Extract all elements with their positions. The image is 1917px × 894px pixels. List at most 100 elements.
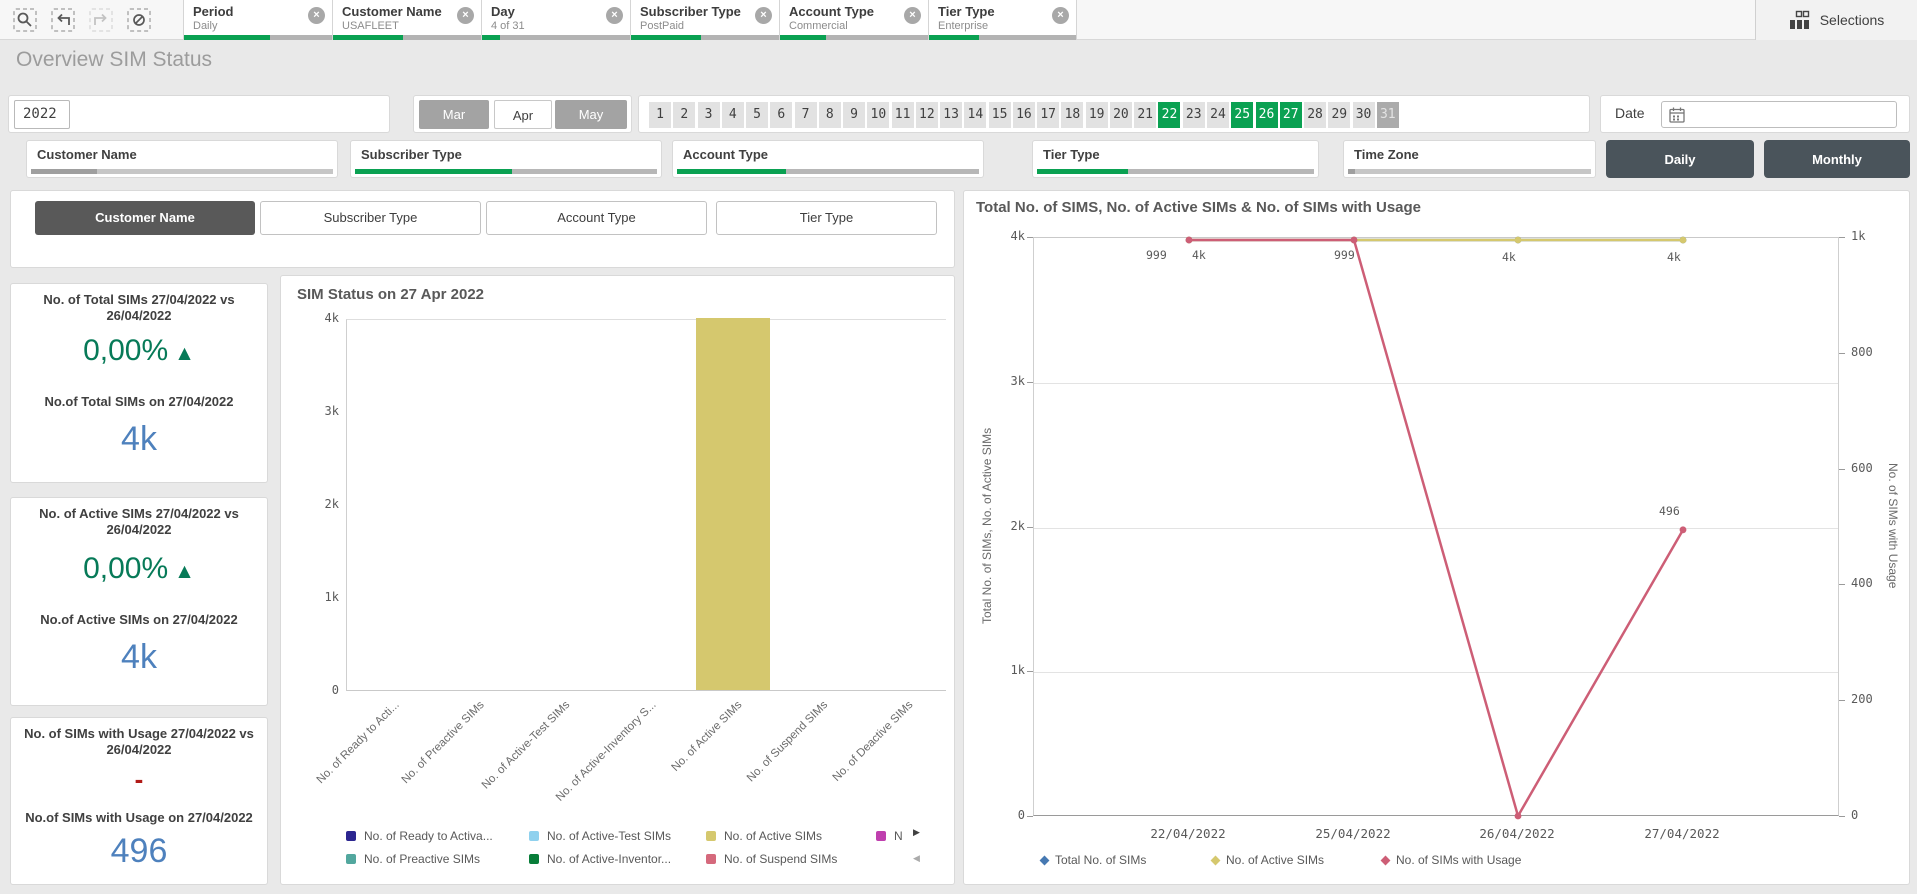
day-cell-7[interactable]: 7 xyxy=(795,102,817,128)
day-cell-10[interactable]: 10 xyxy=(867,102,889,128)
day-cell-13[interactable]: 13 xyxy=(940,102,962,128)
legend-prev-icon[interactable]: ◀ xyxy=(913,853,920,864)
month-mar[interactable]: Mar xyxy=(419,100,489,129)
filter-listbox-tier-type[interactable]: Tier Type xyxy=(1032,140,1319,178)
tick-mark xyxy=(1027,237,1033,238)
filter-listbox-subscriber-type[interactable]: Subscriber Type xyxy=(350,140,662,178)
day-cell-8[interactable]: 8 xyxy=(819,102,841,128)
day-cell-6[interactable]: 6 xyxy=(770,102,792,128)
point-label: 999 xyxy=(1334,248,1355,262)
chip-account-type[interactable]: Account TypeCommercial× xyxy=(779,0,928,40)
day-cell-21[interactable]: 21 xyxy=(1134,102,1156,128)
legend-item-no-of-sims-with-usage: No. of SIMs with Usage xyxy=(1382,853,1521,867)
chip-close-icon[interactable]: × xyxy=(606,7,623,24)
left-tick-label: 2k xyxy=(981,519,1025,533)
chip-close-icon[interactable]: × xyxy=(904,7,921,24)
chip-tier-type[interactable]: Tier TypeEnterprise× xyxy=(928,0,1077,40)
day-cell-24[interactable]: 24 xyxy=(1207,102,1229,128)
day-cell-22[interactable]: 22 xyxy=(1158,102,1180,128)
day-cell-1[interactable]: 1 xyxy=(649,102,671,128)
selections-label: Selections xyxy=(1820,12,1885,28)
chip-close-icon[interactable]: × xyxy=(457,7,474,24)
filter-selection-bar xyxy=(31,169,333,174)
data-point-no-of-sims-with-usage[interactable] xyxy=(1680,526,1687,533)
day-cell-17[interactable]: 17 xyxy=(1037,102,1059,128)
chip-close-icon[interactable]: × xyxy=(1052,7,1069,24)
kpi-card-no-of-sims-with-usage-on-27-04-2022: No. of SIMs with Usage 27/04/2022 vs 26/… xyxy=(10,717,268,885)
day-cell-2[interactable]: 2 xyxy=(673,102,695,128)
day-cell-18[interactable]: 18 xyxy=(1061,102,1083,128)
chip-close-icon[interactable]: × xyxy=(308,7,325,24)
right-tick-label: 800 xyxy=(1851,345,1873,359)
day-cell-9[interactable]: 9 xyxy=(843,102,865,128)
day-cell-5[interactable]: 5 xyxy=(746,102,768,128)
daily-toggle-button[interactable]: Daily xyxy=(1606,140,1754,178)
step-forward-icon[interactable] xyxy=(84,5,118,35)
step-back-icon[interactable] xyxy=(46,5,80,35)
x-date-label: 25/04/2022 xyxy=(1303,826,1403,841)
right-tick-label: 200 xyxy=(1851,692,1873,706)
kpi-subtitle: No.of Total SIMs on 27/04/2022 xyxy=(19,394,259,409)
legend-next-icon[interactable]: ▶ xyxy=(913,827,920,838)
year-input[interactable]: 2022 xyxy=(14,100,70,129)
tab-customer-name[interactable]: Customer Name xyxy=(35,201,255,235)
bar-no-of-active-sims[interactable] xyxy=(696,318,770,690)
day-cell-31[interactable]: 31 xyxy=(1377,102,1399,128)
data-point-no-of-sims-with-usage[interactable] xyxy=(1515,813,1522,820)
smart-search-icon[interactable] xyxy=(8,5,42,35)
filter-listbox-time-zone[interactable]: Time Zone xyxy=(1343,140,1596,178)
data-point-no-of-sims-with-usage[interactable] xyxy=(1351,237,1358,244)
filter-listbox-account-type[interactable]: Account Type xyxy=(672,140,984,178)
day-cell-23[interactable]: 23 xyxy=(1183,102,1205,128)
line-chart-title: Total No. of SIMS, No. of Active SIMs & … xyxy=(976,199,1421,216)
filter-selection-bar xyxy=(1037,169,1314,174)
filter-selection-bar xyxy=(355,169,657,174)
day-cell-25[interactable]: 25 xyxy=(1231,102,1253,128)
selections-button[interactable]: Selections xyxy=(1755,0,1917,40)
series-line-no-of-sims-with-usage xyxy=(1189,240,1683,816)
day-cell-4[interactable]: 4 xyxy=(722,102,744,128)
chip-title: Account Type xyxy=(789,4,920,19)
day-cell-15[interactable]: 15 xyxy=(989,102,1011,128)
filter-listbox-customer-name[interactable]: Customer Name xyxy=(26,140,338,178)
point-label: 4k xyxy=(1667,250,1681,264)
kpi-card-no-of-active-sims-on-27-04-2022: No. of Active SIMs 27/04/2022 vs 26/04/2… xyxy=(10,497,268,706)
day-cell-14[interactable]: 14 xyxy=(964,102,986,128)
day-cell-12[interactable]: 12 xyxy=(916,102,938,128)
date-input[interactable] xyxy=(1661,101,1897,128)
chip-selection-bar xyxy=(929,35,1076,40)
legend-swatch xyxy=(706,854,716,864)
data-point-no-of-active-sims[interactable] xyxy=(1515,237,1522,244)
day-cell-3[interactable]: 3 xyxy=(698,102,720,128)
tick-mark xyxy=(1839,700,1845,701)
data-point-no-of-sims-with-usage[interactable] xyxy=(1186,237,1193,244)
legend-swatch xyxy=(529,854,539,864)
chip-subscriber-type[interactable]: Subscriber TypePostPaid× xyxy=(630,0,779,40)
day-cell-11[interactable]: 11 xyxy=(892,102,914,128)
month-may[interactable]: May xyxy=(555,100,627,129)
day-cell-16[interactable]: 16 xyxy=(1013,102,1035,128)
clear-selections-icon[interactable] xyxy=(122,5,156,35)
chip-customer-name[interactable]: Customer NameUSAFLEET× xyxy=(332,0,481,40)
day-cell-30[interactable]: 30 xyxy=(1353,102,1375,128)
x-date-label: 26/04/2022 xyxy=(1467,826,1567,841)
day-cell-28[interactable]: 28 xyxy=(1304,102,1326,128)
chip-period[interactable]: PeriodDaily× xyxy=(183,0,332,40)
day-cell-27[interactable]: 27 xyxy=(1280,102,1302,128)
day-cell-29[interactable]: 29 xyxy=(1328,102,1350,128)
legend-swatch xyxy=(706,831,716,841)
legend-item-no-of-ready-to-activa: No. of Ready to Activa... xyxy=(346,829,493,843)
day-cell-20[interactable]: 20 xyxy=(1110,102,1132,128)
tab-account-type[interactable]: Account Type xyxy=(486,201,707,235)
chip-close-icon[interactable]: × xyxy=(755,7,772,24)
monthly-toggle-button[interactable]: Monthly xyxy=(1764,140,1910,178)
tab-subscriber-type[interactable]: Subscriber Type xyxy=(260,201,481,235)
day-cell-19[interactable]: 19 xyxy=(1086,102,1108,128)
chip-value: Commercial xyxy=(789,20,920,32)
data-point-no-of-active-sims[interactable] xyxy=(1680,237,1687,244)
tab-tier-type[interactable]: Tier Type xyxy=(716,201,937,235)
chip-day[interactable]: Day4 of 31× xyxy=(481,0,630,40)
month-apr[interactable]: Apr xyxy=(494,100,552,129)
x-date-label: 27/04/2022 xyxy=(1632,826,1732,841)
day-cell-26[interactable]: 26 xyxy=(1256,102,1278,128)
